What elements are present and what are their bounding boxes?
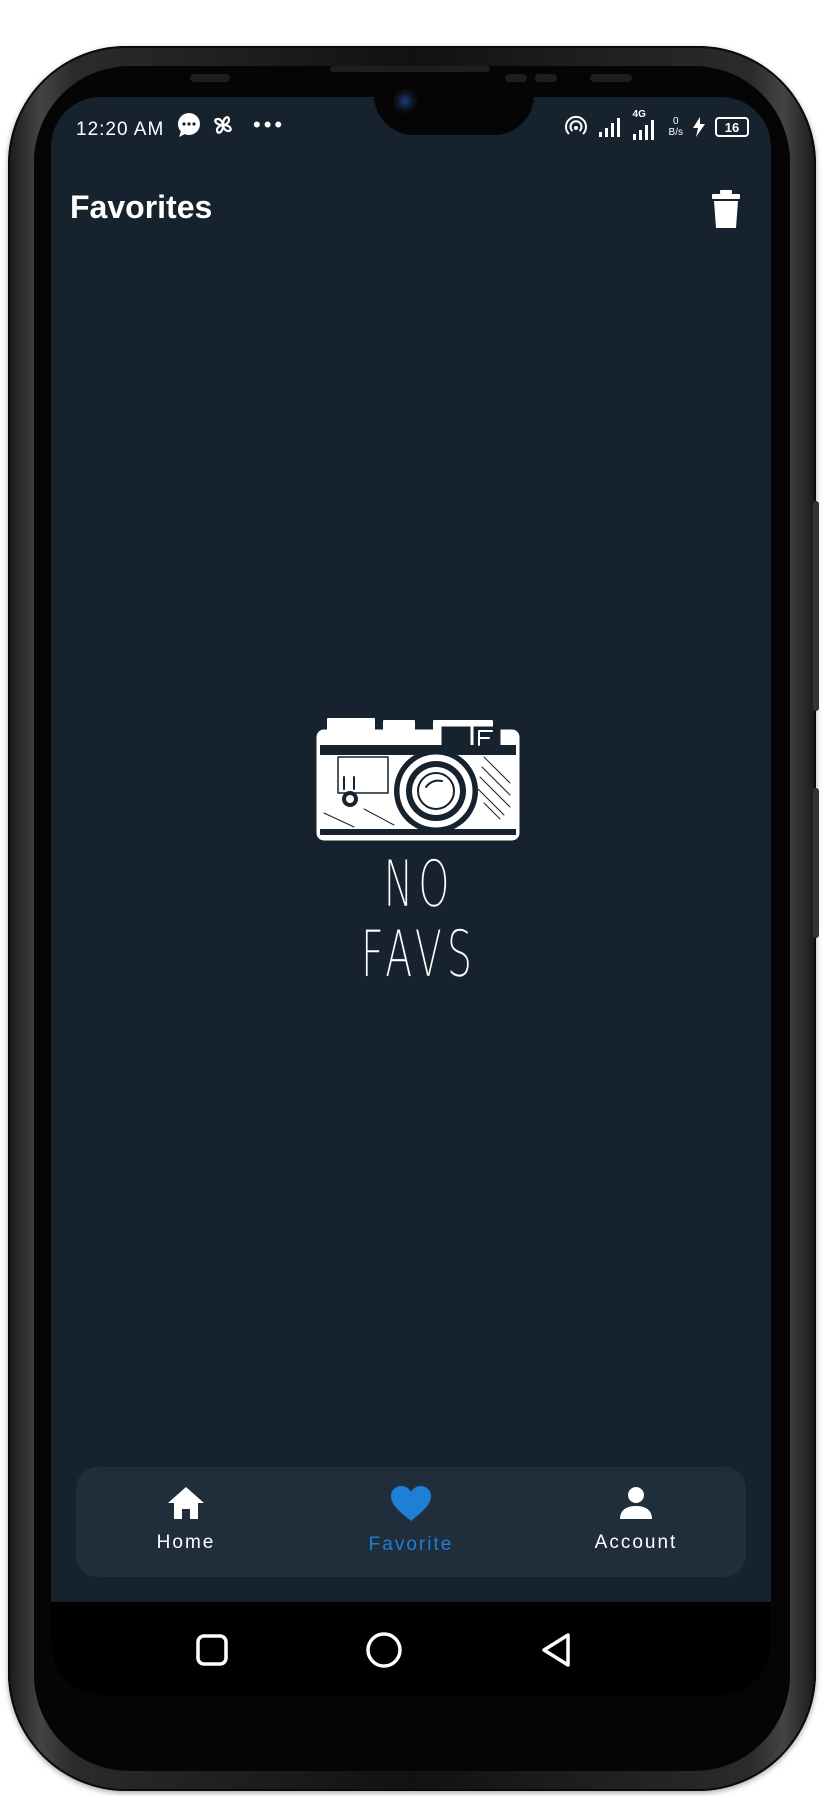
camera-sketch-icon	[316, 718, 520, 841]
sensor	[505, 74, 527, 82]
notification-icons: •••	[175, 111, 285, 139]
net-speed: 0 B/s	[668, 116, 683, 138]
battery-icon: 16	[715, 117, 749, 137]
charging-icon	[693, 117, 705, 137]
volume-button	[813, 501, 819, 711]
screen: 12:20 AM ••• 4G 0 B/s 16 Favorites NO FA…	[51, 97, 771, 1695]
earpiece-speaker	[330, 66, 490, 72]
person-icon	[620, 1487, 652, 1519]
sensor	[535, 74, 557, 82]
home-icon	[168, 1487, 204, 1519]
bottom-nav: Home Favorite Account	[76, 1467, 746, 1577]
system-icons: 4G 0 B/s 16	[563, 109, 749, 141]
more-dots-icon: •••	[253, 112, 286, 137]
chat-bubble-icon	[178, 113, 200, 137]
power-button	[813, 788, 819, 938]
heart-icon	[391, 1486, 431, 1521]
front-camera	[396, 92, 414, 110]
nav-item-home[interactable]: Home	[96, 1485, 276, 1565]
system-navigation-bar	[51, 1602, 771, 1695]
hotspot-icon	[564, 115, 587, 135]
nav-item-account[interactable]: Account	[546, 1485, 726, 1565]
sensor	[590, 74, 632, 82]
nav-item-favorite[interactable]: Favorite	[321, 1485, 501, 1565]
home-circle-icon[interactable]	[364, 1630, 404, 1670]
recents-square-icon[interactable]	[192, 1630, 232, 1670]
sensor	[190, 74, 230, 82]
signal-4g-icon: 4G	[631, 109, 661, 141]
nav-label-account: Account	[594, 1532, 678, 1553]
page-title: Favorites	[70, 189, 213, 225]
signal-icon	[598, 118, 620, 137]
nav-label-home: Home	[156, 1532, 216, 1553]
empty-state-text: NO FAVS	[361, 848, 477, 992]
pinwheel-icon	[214, 116, 232, 134]
empty-state: NO FAVS	[309, 717, 529, 990]
status-time: 12:20 AM	[76, 119, 165, 140]
trash-icon[interactable]	[708, 189, 744, 229]
nav-label-favorite: Favorite	[368, 1534, 454, 1555]
back-triangle-icon[interactable]	[536, 1630, 576, 1670]
